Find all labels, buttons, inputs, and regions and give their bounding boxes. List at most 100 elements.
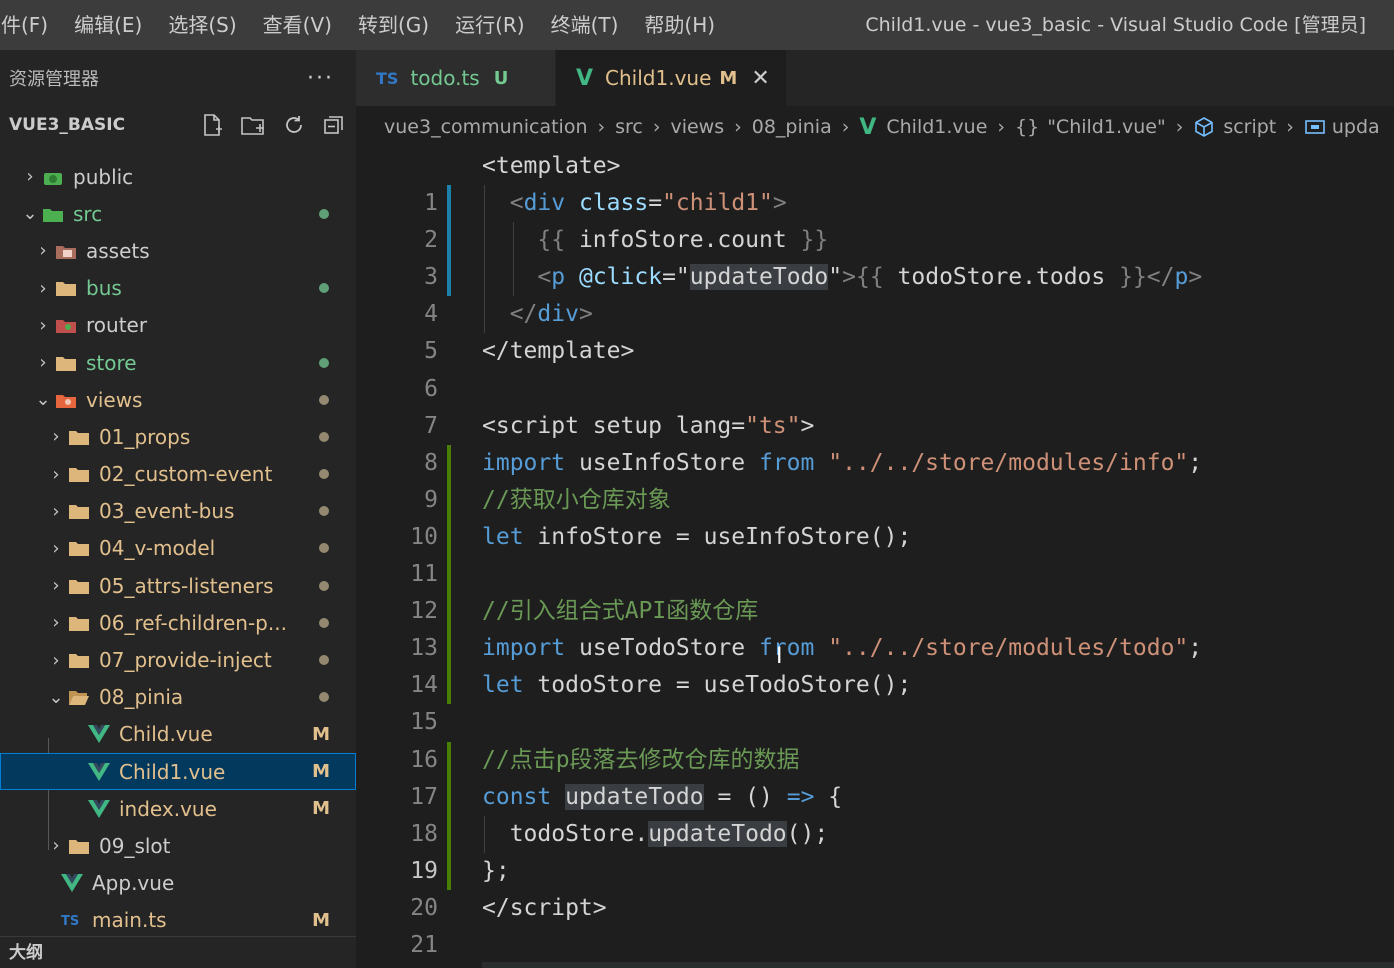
tree-item-label: src [73, 201, 103, 226]
code-line: 4 <p @click="updateTodo">{{ todoStore.to… [356, 259, 1394, 327]
tree-item-07-provide-inject[interactable]: › 07_provide-inject [0, 641, 356, 678]
breadcrumb-item[interactable]: vue3_communication [384, 116, 588, 138]
menu-terminal[interactable]: 终端(T) [538, 0, 632, 50]
code-line: 13 //引入组合式API函数仓库 [356, 593, 1394, 661]
chevron-right-icon: › [841, 116, 850, 138]
git-status-dot [319, 655, 329, 666]
menu-selection[interactable]: 选择(S) [155, 0, 249, 50]
menu-run[interactable]: 运行(R) [442, 0, 538, 50]
workspace-section-header[interactable]: VUE3_BASIC [0, 106, 356, 144]
views-folder-icon [53, 389, 79, 411]
code-text: <script setup lang="ts"> [482, 412, 815, 439]
folder-icon [53, 277, 79, 299]
workspace-title[interactable]: VUE3_BASIC [9, 115, 125, 135]
git-change-marker [447, 518, 451, 557]
tree-item-label: index.vue [119, 796, 217, 821]
tree-item-public[interactable]: › public [0, 158, 356, 195]
breadcrumb-item[interactable]: Child1.vue [886, 116, 987, 138]
tree-item-index-vue[interactable]: index.vue M [0, 790, 356, 827]
open-folder-icon [66, 686, 92, 708]
git-change-marker [447, 556, 451, 594]
horizontal-scrollbar[interactable] [482, 962, 1394, 968]
close-icon[interactable]: ✕ [751, 66, 769, 91]
git-status-dot [319, 617, 329, 628]
new-file-icon[interactable] [200, 113, 224, 137]
router-folder-icon [53, 314, 79, 336]
chevron-down-icon: ⌄ [22, 203, 38, 225]
git-change-marker [447, 741, 451, 779]
breadcrumb-item[interactable]: upda [1332, 116, 1380, 138]
code-line: 17 //点击p段落去修改仓库的数据 [356, 741, 1394, 810]
menu-help[interactable]: 帮助(H) [631, 0, 728, 50]
tree-item-child1-vue[interactable]: Child1.vue M [0, 753, 356, 791]
tree-item-01-props[interactable]: › 01_props [0, 418, 356, 455]
outline-section-header[interactable]: 大纲 [0, 936, 356, 968]
code-text: </template> [482, 338, 635, 365]
code-line: 7 [356, 371, 1394, 439]
tree-item-08-pinia[interactable]: ⌄ 08_pinia [0, 679, 356, 716]
tree-item-src[interactable]: ⌄ src [0, 195, 356, 232]
breadcrumb-item[interactable]: src [615, 116, 643, 138]
chevron-right-icon: › [597, 116, 606, 138]
folder-icon [53, 352, 79, 374]
src-folder-icon [40, 203, 66, 225]
vue-file-icon [59, 872, 85, 894]
chevron-right-icon: › [52, 575, 60, 597]
menu-edit[interactable]: 编辑(E) [61, 0, 155, 50]
breadcrumb-item[interactable]: views [670, 116, 724, 138]
chevron-right-icon: › [39, 240, 47, 262]
breadcrumb-item[interactable]: script [1223, 116, 1276, 138]
refresh-icon[interactable] [282, 113, 306, 137]
code-text: <div class="child1"> [509, 190, 787, 217]
tree-item-assets[interactable]: › assets [0, 232, 356, 269]
tree-item-05-attrs-listeners[interactable]: › 05_attrs-listeners [0, 567, 356, 604]
editor-area: TS todo.ts U V Child1.vue M ✕ vue3_commu… [356, 50, 1394, 968]
tab-child1-vue[interactable]: V Child1.vue M ✕ [556, 50, 786, 106]
code-line: 22 [356, 927, 1394, 964]
git-change-marker [447, 444, 451, 482]
code-line: 10 //获取小仓库对象 [356, 481, 1394, 550]
menu-file[interactable]: 件(F) [0, 0, 61, 50]
code-line: 12 [356, 556, 1394, 624]
tree-item-label: 03_event-bus [99, 499, 235, 524]
tree-item-app-vue[interactable]: App.vue [0, 865, 356, 902]
folder-icon [66, 426, 92, 448]
tree-item-09-slot[interactable]: › 09_slot [0, 827, 356, 864]
explorer-title: 资源管理器 [9, 69, 99, 90]
chevron-right-icon: › [52, 835, 60, 857]
tree-item-03-event-bus[interactable]: › 03_event-bus [0, 493, 356, 530]
braces-icon: {} [1015, 116, 1040, 138]
menu-view[interactable]: 查看(V) [250, 0, 345, 50]
tab-todo-ts[interactable]: TS todo.ts U [356, 50, 556, 106]
tree-item-label: Child.vue [119, 722, 213, 747]
tree-item-02-custom-event[interactable]: › 02_custom-event [0, 456, 356, 493]
git-modified-badge: M [312, 723, 330, 745]
code-text: import useInfoStore from "../../store/mo… [482, 449, 1203, 476]
tree-item-child-vue[interactable]: Child.vue M [0, 716, 356, 753]
tree-item-bus[interactable]: › bus [0, 270, 356, 307]
more-actions-icon[interactable]: ··· [307, 66, 334, 91]
git-change-marker [447, 593, 451, 631]
tree-item-views[interactable]: ⌄ views [0, 381, 356, 418]
tree-item-store[interactable]: › store [0, 344, 356, 381]
code-line: 1 <template> [356, 148, 1394, 216]
code-text: {{ infoStore.count }} [537, 227, 829, 254]
tree-item-label: main.ts [92, 908, 167, 933]
breadcrumb-item[interactable]: 08_pinia [752, 116, 832, 138]
tree-item-main-ts[interactable]: TS main.ts M [0, 902, 356, 939]
git-change-marker [447, 259, 451, 297]
folder-icon [66, 835, 92, 857]
tree-item-label: 05_attrs-listeners [99, 573, 274, 598]
tree-item-label: 09_slot [99, 833, 171, 858]
tree-item-06-ref-children[interactable]: › 06_ref-children-p... [0, 604, 356, 641]
collapse-all-icon[interactable] [322, 113, 346, 137]
code-editor[interactable]: 1 <template> 2 <div class="child1"> 3 {{… [356, 148, 1394, 964]
tree-item-04-v-model[interactable]: › 04_v-model [0, 530, 356, 567]
new-folder-icon[interactable] [240, 113, 266, 137]
breadcrumb-item[interactable]: "Child1.vue" [1047, 116, 1166, 138]
git-change-marker [447, 481, 451, 519]
folder-icon [66, 537, 92, 559]
code-text: let todoStore = useTodoStore(); [482, 672, 912, 699]
tree-item-router[interactable]: › router [0, 307, 356, 344]
menu-go[interactable]: 转到(G) [345, 0, 442, 50]
